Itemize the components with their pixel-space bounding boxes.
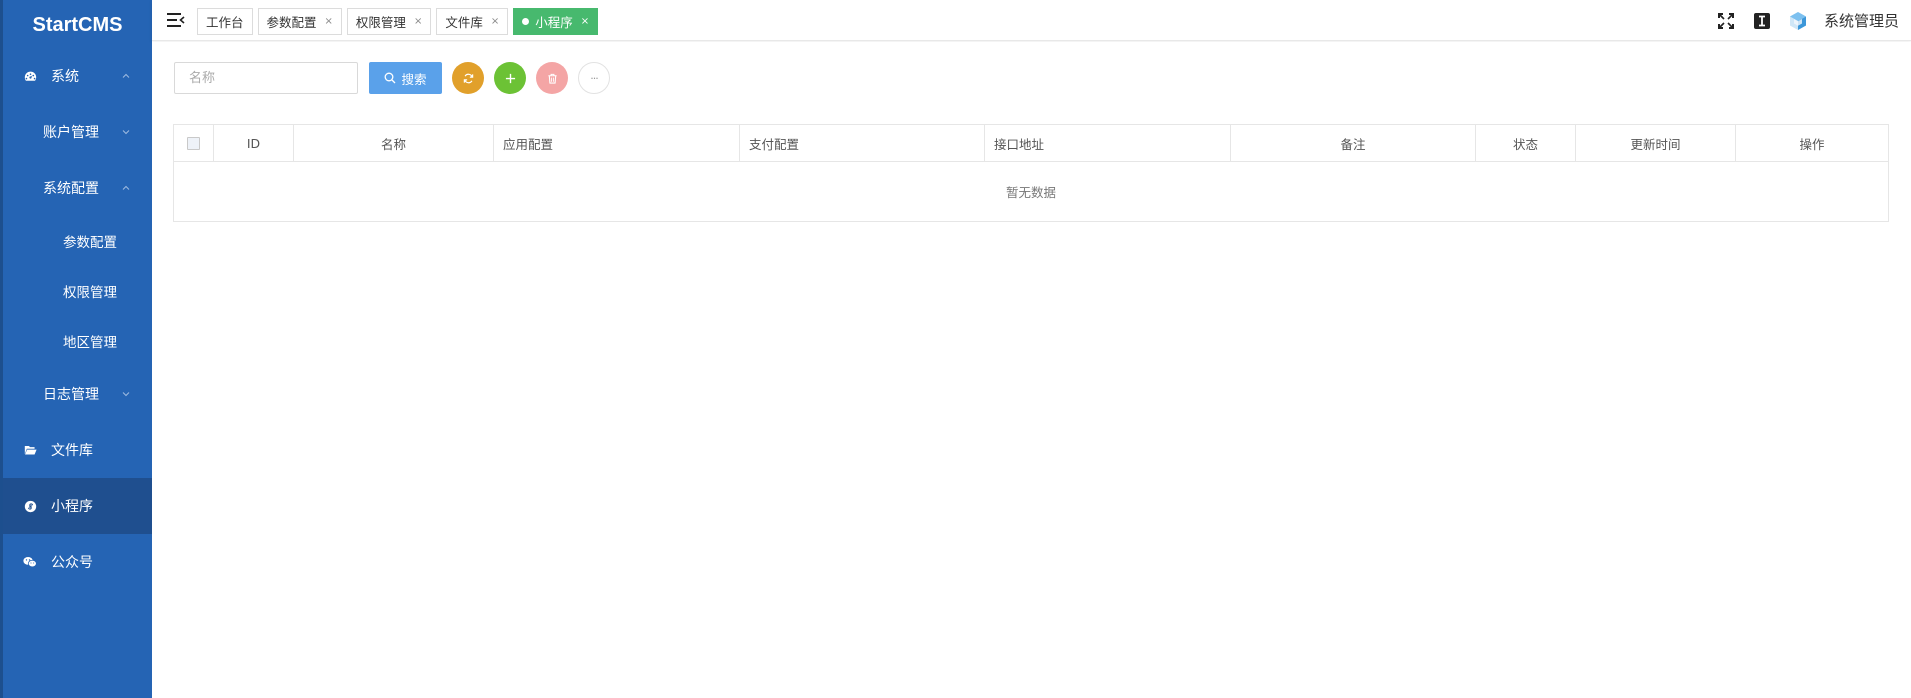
sidebar-item-files[interactable]: 文件库 bbox=[3, 422, 152, 478]
sidebar-item-label: 文件库 bbox=[51, 443, 93, 459]
delete-button[interactable] bbox=[536, 62, 568, 94]
tab-permissions[interactable]: 权限管理 × bbox=[346, 8, 432, 35]
column-header[interactable]: ID bbox=[214, 125, 294, 161]
refresh-button[interactable] bbox=[452, 62, 484, 94]
search-icon bbox=[385, 72, 396, 84]
tab-files[interactable]: 文件库 × bbox=[436, 8, 509, 35]
column-header[interactable]: 状态 bbox=[1476, 125, 1576, 161]
text-style-button[interactable] bbox=[1744, 0, 1780, 41]
refresh-icon bbox=[463, 73, 473, 83]
wechat-icon bbox=[23, 555, 37, 569]
sidebar-item-label: 小程序 bbox=[51, 499, 93, 515]
more-icon: ··· bbox=[590, 71, 598, 85]
trash-icon bbox=[547, 73, 557, 84]
fullscreen-button[interactable] bbox=[1708, 0, 1744, 41]
close-icon[interactable]: × bbox=[581, 16, 589, 27]
sidebar-toggle-button[interactable] bbox=[167, 12, 185, 28]
topbar: 工作台 参数配置 × 权限管理 × 文件库 × 小程序 × 系统管理员 bbox=[152, 0, 1911, 41]
add-button[interactable] bbox=[494, 62, 526, 94]
sidebar-item-label: 地区管理 bbox=[63, 335, 117, 351]
sidebar-item-label: 参数配置 bbox=[63, 235, 117, 251]
menu-fold-icon bbox=[167, 13, 185, 27]
fullscreen-icon bbox=[1717, 12, 1734, 29]
column-header[interactable]: 更新时间 bbox=[1576, 125, 1736, 161]
chevron-up-icon bbox=[122, 73, 130, 78]
column-header[interactable]: 应用配置 bbox=[494, 125, 740, 161]
sidebar-item-label: 公众号 bbox=[51, 555, 93, 571]
column-header[interactable]: 备注 bbox=[1231, 125, 1476, 161]
search-button-label: 搜索 bbox=[401, 71, 427, 87]
search-button[interactable]: 搜索 bbox=[369, 62, 442, 94]
cube-avatar-icon bbox=[1789, 11, 1806, 30]
tab-bar: 工作台 参数配置 × 权限管理 × 文件库 × 小程序 × bbox=[197, 8, 599, 35]
user-name-dropdown[interactable]: 系统管理员 bbox=[1816, 10, 1911, 31]
search-input[interactable] bbox=[174, 62, 358, 94]
chevron-up-icon bbox=[122, 185, 130, 190]
select-all-checkbox[interactable] bbox=[187, 136, 200, 150]
data-table: ID 名称 应用配置 支付配置 接口地址 备注 状态 更新时间 操作 暂无数据 bbox=[173, 124, 1889, 222]
app-logo[interactable]: StartCMS bbox=[3, 0, 152, 48]
tab-mini-program[interactable]: 小程序 × bbox=[513, 8, 599, 35]
tab-params[interactable]: 参数配置 × bbox=[257, 8, 342, 35]
close-icon[interactable]: × bbox=[491, 16, 499, 27]
sidebar-item-official-account[interactable]: 公众号 bbox=[3, 534, 152, 590]
tab-label: 小程序 bbox=[535, 15, 573, 30]
header-actions: 系统管理员 bbox=[1708, 0, 1911, 41]
select-all-cell bbox=[174, 125, 214, 161]
avatar[interactable] bbox=[1780, 0, 1816, 41]
main-content: 搜索 ··· ID 名称 应用配置 支付配置 接口地址 备注 状态 更新时间 bbox=[152, 42, 1911, 698]
sidebar-item-logs[interactable]: 日志管理 bbox=[3, 366, 152, 422]
table-header: ID 名称 应用配置 支付配置 接口地址 备注 状态 更新时间 操作 bbox=[174, 125, 1888, 162]
column-header[interactable]: 操作 bbox=[1736, 125, 1888, 161]
sidebar-item-permissions[interactable]: 权限管理 bbox=[3, 266, 152, 316]
close-icon[interactable]: × bbox=[414, 16, 422, 27]
column-header[interactable]: 名称 bbox=[294, 125, 494, 161]
tab-label: 参数配置 bbox=[266, 15, 317, 30]
sidebar-item-label: 系统 bbox=[51, 69, 79, 85]
dashboard-icon bbox=[23, 69, 37, 83]
column-header[interactable]: 支付配置 bbox=[740, 125, 985, 161]
mini-program-icon bbox=[23, 499, 37, 513]
active-dot-icon bbox=[522, 18, 530, 25]
tab-label: 工作台 bbox=[206, 15, 244, 30]
sidebar-item-system-config[interactable]: 系统配置 bbox=[3, 160, 152, 216]
sidebar-item-regions[interactable]: 地区管理 bbox=[3, 316, 152, 366]
chevron-down-icon bbox=[122, 130, 130, 135]
sidebar-item-params[interactable]: 参数配置 bbox=[3, 216, 152, 266]
chevron-down-icon bbox=[122, 392, 130, 397]
tab-label: 文件库 bbox=[445, 15, 483, 30]
sidebar-item-label: 日志管理 bbox=[43, 387, 99, 403]
sidebar: StartCMS 系统 账户管理 系统配置 参数配置 权限管理 地区管理 日志管… bbox=[0, 0, 152, 698]
sidebar-item-system[interactable]: 系统 bbox=[3, 48, 152, 104]
sidebar-item-label: 权限管理 bbox=[63, 285, 117, 301]
column-header[interactable]: 接口地址 bbox=[985, 125, 1231, 161]
sidebar-item-label: 账户管理 bbox=[43, 125, 99, 141]
close-icon[interactable]: × bbox=[325, 16, 333, 27]
sidebar-item-mini-program[interactable]: 小程序 bbox=[3, 478, 152, 534]
sidebar-item-accounts[interactable]: 账户管理 bbox=[3, 104, 152, 160]
plus-icon bbox=[505, 73, 515, 83]
tab-workbench[interactable]: 工作台 bbox=[197, 8, 253, 35]
sidebar-item-label: 系统配置 bbox=[43, 181, 99, 197]
toolbar: 搜索 ··· bbox=[174, 62, 610, 94]
folder-open-icon bbox=[23, 443, 37, 457]
more-button[interactable]: ··· bbox=[578, 62, 610, 94]
tab-label: 权限管理 bbox=[355, 15, 406, 30]
empty-state: 暂无数据 bbox=[1005, 185, 1056, 200]
text-cursor-icon bbox=[1753, 12, 1770, 29]
